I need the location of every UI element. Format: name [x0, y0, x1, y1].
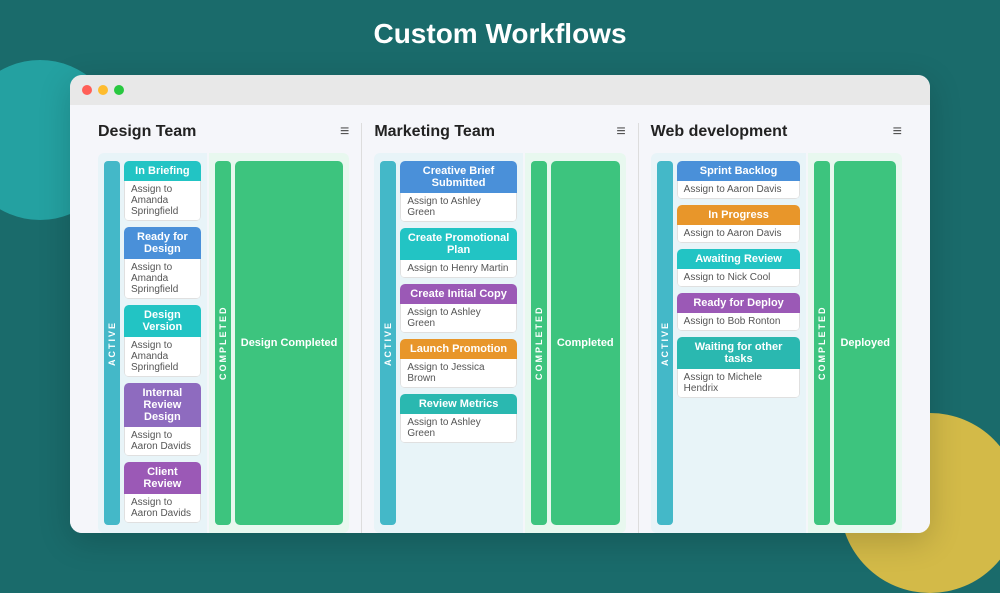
- task-label-design-team-4: Client Review: [124, 462, 201, 494]
- section-completed-web-development: COMPLETEDDeployed: [808, 153, 902, 533]
- column-design-team: Design Team≡ACTIVEIn BriefingAssign to A…: [88, 123, 359, 533]
- completed-task-label-web-development: Deployed: [834, 161, 896, 525]
- column-header-marketing-team: Marketing Team ≡: [374, 123, 625, 141]
- column-title-web-development: Web development: [651, 123, 788, 141]
- task-card-design-team-2[interactable]: Design VersionAssign to Amanda Springfie…: [124, 305, 201, 377]
- column-body-web-development: ACTIVESprint BacklogAssign to Aaron Davi…: [651, 153, 902, 533]
- column-menu-icon-marketing-team[interactable]: ≡: [616, 123, 625, 141]
- section-active-marketing-team: ACTIVECreative Brief SubmittedAssign to …: [374, 153, 522, 533]
- task-card-web-development-3[interactable]: Ready for DeployAssign to Bob Ronton: [677, 293, 801, 331]
- task-card-web-development-2[interactable]: Awaiting ReviewAssign to Nick Cool: [677, 249, 801, 287]
- task-assign-marketing-team-1: Assign to Henry Martin: [400, 260, 516, 278]
- completed-label-design-team: COMPLETED: [215, 161, 231, 525]
- task-card-web-development-4[interactable]: Waiting for other tasksAssign to Michele…: [677, 337, 801, 398]
- task-assign-design-team-1: Assign to Amanda Springfield: [124, 259, 201, 299]
- task-assign-design-team-3: Assign to Aaron Davids: [124, 427, 201, 456]
- task-card-marketing-team-2[interactable]: Create Initial CopyAssign to Ashley Gree…: [400, 284, 516, 333]
- tasks-list-marketing-team: Creative Brief SubmittedAssign to Ashley…: [400, 161, 516, 525]
- completed-task-marketing-team[interactable]: Completed: [551, 161, 620, 525]
- section-completed-marketing-team: COMPLETEDCompleted: [525, 153, 626, 533]
- task-label-design-team-3: Internal Review Design: [124, 383, 201, 427]
- task-assign-web-development-3: Assign to Bob Ronton: [677, 313, 801, 331]
- task-label-design-team-1: Ready for Design: [124, 227, 201, 259]
- task-assign-marketing-team-3: Assign to Jessica Brown: [400, 359, 516, 388]
- completed-task-label-marketing-team: Completed: [551, 161, 620, 525]
- browser-chrome: [70, 75, 930, 105]
- task-card-design-team-0[interactable]: In BriefingAssign to Amanda Springfield: [124, 161, 201, 221]
- column-title-marketing-team: Marketing Team: [374, 123, 495, 141]
- task-assign-design-team-0: Assign to Amanda Springfield: [124, 181, 201, 221]
- completed-task-label-design-team: Design Completed: [235, 161, 344, 525]
- active-label-design-team: ACTIVE: [104, 161, 120, 525]
- task-label-marketing-team-1: Create Promotional Plan: [400, 228, 516, 260]
- completed-label-web-development: COMPLETED: [814, 161, 830, 525]
- task-assign-marketing-team-2: Assign to Ashley Green: [400, 304, 516, 333]
- col-divider-1: [638, 123, 639, 533]
- task-assign-marketing-team-4: Assign to Ashley Green: [400, 414, 516, 443]
- task-card-marketing-team-1[interactable]: Create Promotional PlanAssign to Henry M…: [400, 228, 516, 278]
- section-completed-design-team: COMPLETEDDesign Completed: [209, 153, 350, 533]
- active-label-web-development: ACTIVE: [657, 161, 673, 525]
- task-label-web-development-1: In Progress: [677, 205, 801, 225]
- section-active-design-team: ACTIVEIn BriefingAssign to Amanda Spring…: [98, 153, 207, 533]
- col-divider-0: [361, 123, 362, 533]
- task-assign-design-team-4: Assign to Aaron Davids: [124, 494, 201, 523]
- column-web-development: Web development≡ACTIVESprint BacklogAssi…: [641, 123, 912, 533]
- task-assign-marketing-team-0: Assign to Ashley Green: [400, 193, 516, 222]
- column-menu-icon-web-development[interactable]: ≡: [893, 123, 902, 141]
- task-label-design-team-2: Design Version: [124, 305, 201, 337]
- task-assign-web-development-1: Assign to Aaron Davis: [677, 225, 801, 243]
- active-label-marketing-team: ACTIVE: [380, 161, 396, 525]
- task-label-marketing-team-4: Review Metrics: [400, 394, 516, 414]
- column-body-design-team: ACTIVEIn BriefingAssign to Amanda Spring…: [98, 153, 349, 533]
- task-label-marketing-team-2: Create Initial Copy: [400, 284, 516, 304]
- column-menu-icon-design-team[interactable]: ≡: [340, 123, 349, 141]
- task-card-marketing-team-0[interactable]: Creative Brief SubmittedAssign to Ashley…: [400, 161, 516, 222]
- browser-dot-yellow: [98, 85, 108, 95]
- task-label-web-development-3: Ready for Deploy: [677, 293, 801, 313]
- task-card-design-team-4[interactable]: Client ReviewAssign to Aaron Davids: [124, 462, 201, 523]
- task-card-marketing-team-3[interactable]: Launch PromotionAssign to Jessica Brown: [400, 339, 516, 388]
- task-label-web-development-0: Sprint Backlog: [677, 161, 801, 181]
- column-header-design-team: Design Team ≡: [98, 123, 349, 141]
- task-card-web-development-1[interactable]: In ProgressAssign to Aaron Davis: [677, 205, 801, 243]
- browser-dot-red: [82, 85, 92, 95]
- completed-task-design-team[interactable]: Design Completed: [235, 161, 344, 525]
- page-title: Custom Workflows: [0, 0, 1000, 62]
- column-body-marketing-team: ACTIVECreative Brief SubmittedAssign to …: [374, 153, 625, 533]
- tasks-list-design-team: In BriefingAssign to Amanda SpringfieldR…: [124, 161, 201, 525]
- column-title-design-team: Design Team: [98, 123, 196, 141]
- task-label-web-development-2: Awaiting Review: [677, 249, 801, 269]
- section-active-web-development: ACTIVESprint BacklogAssign to Aaron Davi…: [651, 153, 807, 533]
- task-card-design-team-1[interactable]: Ready for DesignAssign to Amanda Springf…: [124, 227, 201, 299]
- task-assign-web-development-4: Assign to Michele Hendrix: [677, 369, 801, 398]
- browser-window: Design Team≡ACTIVEIn BriefingAssign to A…: [70, 75, 930, 533]
- task-card-design-team-3[interactable]: Internal Review DesignAssign to Aaron Da…: [124, 383, 201, 456]
- task-label-design-team-0: In Briefing: [124, 161, 201, 181]
- tasks-list-web-development: Sprint BacklogAssign to Aaron DavisIn Pr…: [677, 161, 801, 525]
- browser-dot-green: [114, 85, 124, 95]
- completed-label-marketing-team: COMPLETED: [531, 161, 547, 525]
- completed-task-web-development[interactable]: Deployed: [834, 161, 896, 525]
- main-content: Design Team≡ACTIVEIn BriefingAssign to A…: [70, 105, 930, 533]
- column-marketing-team: Marketing Team ≡ ACTIVECreative Brief Subm…: [364, 123, 635, 533]
- task-assign-design-team-2: Assign to Amanda Springfield: [124, 337, 201, 377]
- task-assign-web-development-0: Assign to Aaron Davis: [677, 181, 801, 199]
- task-card-web-development-0[interactable]: Sprint BacklogAssign to Aaron Davis: [677, 161, 801, 199]
- task-label-marketing-team-0: Creative Brief Submitted: [400, 161, 516, 193]
- task-assign-web-development-2: Assign to Nick Cool: [677, 269, 801, 287]
- task-card-marketing-team-4[interactable]: Review MetricsAssign to Ashley Green: [400, 394, 516, 443]
- column-header-web-development: Web development ≡: [651, 123, 902, 141]
- task-label-marketing-team-3: Launch Promotion: [400, 339, 516, 359]
- task-label-web-development-4: Waiting for other tasks: [677, 337, 801, 369]
